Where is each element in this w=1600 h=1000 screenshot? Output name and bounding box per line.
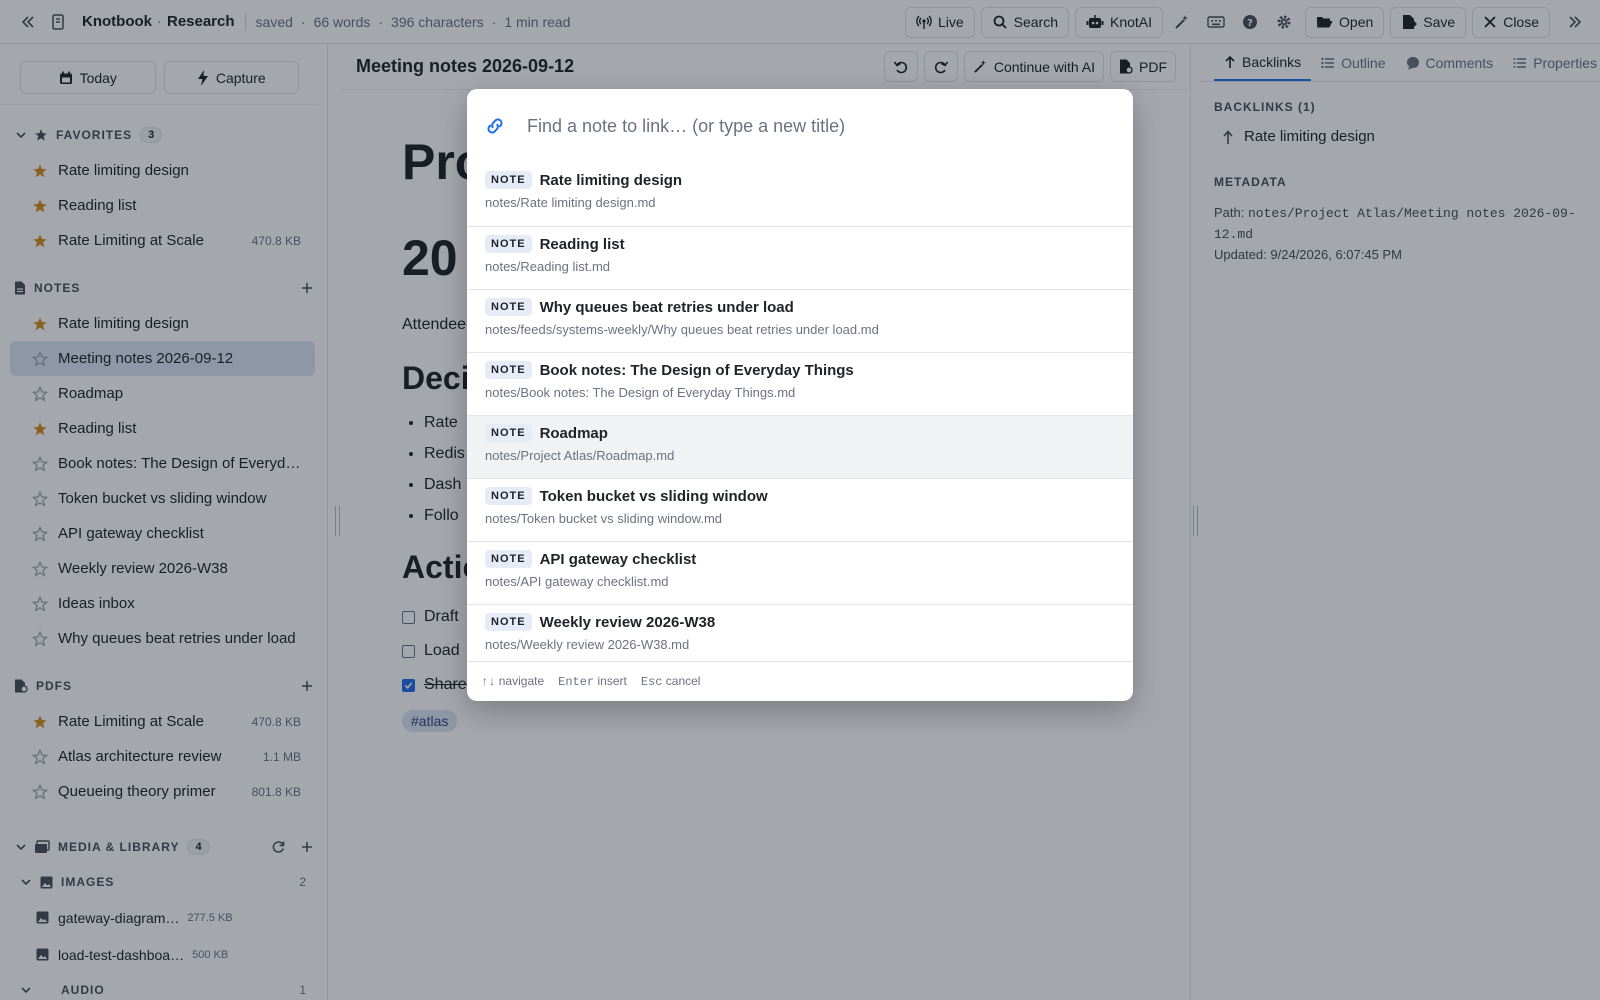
navigate-key: ↑↓: [481, 675, 496, 689]
navigate-label: navigate: [498, 674, 545, 688]
link-result[interactable]: NOTE Rate limiting design notes/Rate limit…: [467, 163, 1133, 226]
result-header: NOTE Rate limiting design: [485, 171, 1115, 189]
result-title: Why queues beat retries under load: [539, 298, 794, 316]
result-header: NOTE Token bucket vs sliding window: [485, 487, 1115, 505]
insert-label: insert: [597, 674, 627, 688]
result-header: NOTE Book notes: The Design of Everyday T…: [485, 361, 1115, 379]
result-kind-badge: NOTE: [485, 613, 532, 631]
result-title: Weekly review 2026-W38: [539, 613, 716, 631]
result-kind-badge: NOTE: [485, 361, 532, 379]
result-kind-badge: NOTE: [485, 171, 532, 189]
result-kind-badge: NOTE: [485, 550, 532, 568]
result-title: Rate limiting design: [539, 171, 683, 189]
link-icon: [487, 118, 503, 134]
result-path: notes/Book notes: The Design of Everyday…: [485, 385, 796, 400]
link-result[interactable]: NOTE Reading list notes/Reading list.md: [467, 226, 1133, 289]
result-kind-badge: NOTE: [485, 487, 532, 505]
link-results-list: NOTE Rate limiting design notes/Rate limit…: [467, 163, 1133, 667]
link-note-dialog: NOTE Rate limiting design notes/Rate limit…: [467, 89, 1133, 701]
link-result-highlighted[interactable]: NOTE Roadmap notes/Project Atlas/Roadmap.m…: [467, 415, 1133, 478]
link-result[interactable]: NOTE Token bucket vs sliding window notes/…: [467, 478, 1133, 541]
result-path: notes/Rate limiting design.md: [485, 195, 656, 210]
result-path: notes/Project Atlas/Roadmap.md: [485, 448, 675, 463]
result-header: NOTE API gateway checklist: [485, 550, 1115, 568]
result-kind-badge: NOTE: [485, 235, 532, 253]
result-path: notes/feeds/systems-weekly/Why queues be…: [485, 322, 879, 337]
insert-key: Enter: [558, 675, 595, 689]
hint-insert: Enter insert: [558, 674, 627, 689]
result-header: NOTE Weekly review 2026-W38: [485, 613, 1115, 631]
result-title: Book notes: The Design of Everyday Thing…: [539, 361, 854, 379]
result-title: Roadmap: [539, 424, 608, 442]
result-kind-badge: NOTE: [485, 298, 532, 316]
result-header: NOTE Why queues beat retries under load: [485, 298, 1115, 316]
link-result[interactable]: NOTE Why queues beat retries under load no…: [467, 289, 1133, 352]
result-path: notes/Token bucket vs sliding window.md: [485, 511, 723, 526]
result-header: NOTE Roadmap: [485, 424, 1115, 442]
link-search-input[interactable]: [527, 115, 1087, 137]
hint-navigate: ↑↓ navigate: [481, 674, 544, 689]
result-title: Reading list: [539, 235, 625, 253]
result-kind-badge: NOTE: [485, 424, 532, 442]
hint-cancel: Esc cancel: [641, 674, 701, 689]
result-header: NOTE Reading list: [485, 235, 1115, 253]
cancel-key: Esc: [640, 675, 663, 689]
link-result[interactable]: NOTE Book notes: The Design of Everyday T…: [467, 352, 1133, 415]
result-title: Token bucket vs sliding window: [539, 487, 768, 505]
dialog-footer-hints: ↑↓ navigate Enter insert Esc cancel: [467, 661, 1133, 701]
cancel-label: cancel: [665, 674, 701, 688]
result-path: notes/Reading list.md: [485, 259, 611, 274]
link-result[interactable]: NOTE API gateway checklist notes/API gatew…: [467, 541, 1133, 604]
result-path: notes/API gateway checklist.md: [485, 574, 669, 589]
link-search-bar: [467, 89, 1133, 163]
link-result[interactable]: NOTE Weekly review 2026-W38 notes/Weekly r…: [467, 604, 1133, 667]
result-title: API gateway checklist: [539, 550, 697, 568]
result-path: notes/Weekly review 2026-W38.md: [485, 637, 690, 652]
